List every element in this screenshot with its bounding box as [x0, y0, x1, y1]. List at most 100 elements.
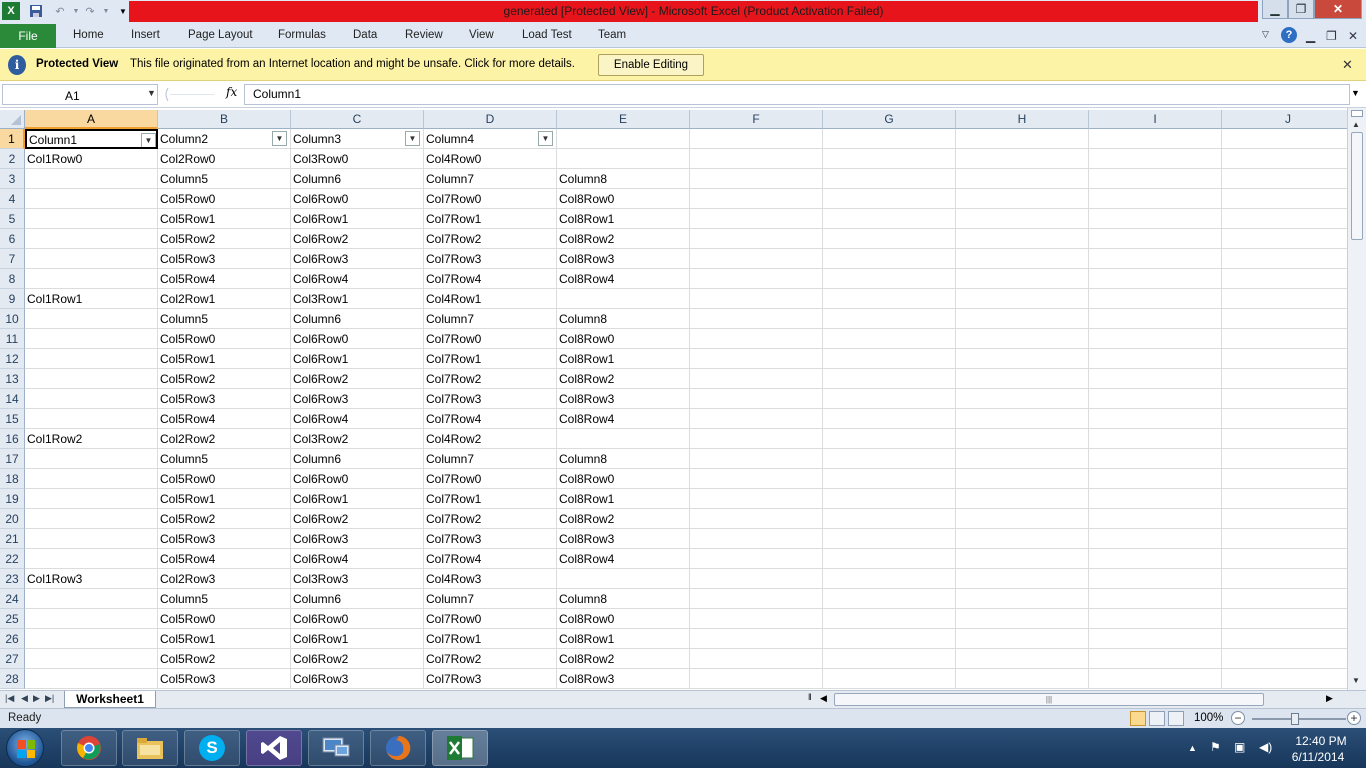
table-cell[interactable] [823, 549, 956, 569]
table-cell[interactable]: Col7Row0 [424, 329, 557, 349]
table-cell[interactable] [1089, 269, 1222, 289]
table-cell[interactable] [823, 349, 956, 369]
table-cell[interactable]: Col8Row1 [557, 349, 690, 369]
table-cell[interactable] [1089, 229, 1222, 249]
table-cell[interactable] [956, 549, 1089, 569]
redo-dropdown-icon[interactable]: ▼ [98, 3, 114, 19]
table-cell[interactable] [1089, 409, 1222, 429]
table-cell[interactable] [25, 269, 158, 289]
minimize-button[interactable]: ▁ [1262, 0, 1288, 19]
table-cell[interactable]: Col8Row3 [557, 669, 690, 689]
row-header[interactable]: 8 [0, 269, 25, 289]
table-cell[interactable]: Col5Row1 [158, 489, 291, 509]
table-cell[interactable]: Col5Row1 [158, 349, 291, 369]
sheet-tab-worksheet1[interactable]: Worksheet1 [64, 691, 156, 708]
table-cell[interactable]: Col5Row4 [158, 409, 291, 429]
page-layout-view-icon[interactable] [1149, 711, 1165, 726]
table-cell[interactable] [690, 289, 823, 309]
table-cell[interactable] [690, 509, 823, 529]
table-cell[interactable] [823, 489, 956, 509]
formula-input[interactable]: Column1 [244, 84, 1350, 105]
table-cell[interactable]: Col6Row3 [291, 389, 424, 409]
table-cell[interactable] [956, 249, 1089, 269]
enable-editing-button[interactable]: Enable Editing [598, 54, 704, 76]
table-cell[interactable] [1222, 149, 1347, 169]
table-cell[interactable] [956, 189, 1089, 209]
row-header[interactable]: 9 [0, 289, 25, 309]
clock-date[interactable]: 6/11/2014 [1287, 750, 1349, 764]
row-header[interactable]: 6 [0, 229, 25, 249]
table-cell[interactable]: Column6 [291, 169, 424, 189]
normal-view-icon[interactable] [1130, 711, 1146, 726]
table-cell[interactable]: Col8Row4 [557, 409, 690, 429]
close-icon[interactable]: ✕ [1342, 57, 1353, 73]
table-cell[interactable] [557, 429, 690, 449]
table-cell[interactable] [690, 129, 823, 149]
column-header-i[interactable]: I [1089, 110, 1222, 129]
table-cell[interactable]: Col7Row4 [424, 409, 557, 429]
remote-desktop-icon[interactable] [308, 730, 364, 766]
scroll-left-icon[interactable]: ◀ [820, 693, 827, 704]
table-cell[interactable]: Column4 ▼ [424, 129, 557, 149]
table-cell[interactable] [1222, 629, 1347, 649]
workbook-restore-icon[interactable]: ❐ [1326, 29, 1337, 43]
name-box[interactable]: A1 ▼ [2, 84, 158, 105]
table-cell[interactable] [1089, 249, 1222, 269]
table-cell[interactable] [823, 209, 956, 229]
table-cell[interactable] [25, 449, 158, 469]
table-cell[interactable] [1222, 269, 1347, 289]
filter-dropdown-icon[interactable]: ▼ [141, 133, 156, 147]
column-header-c[interactable]: C [291, 110, 424, 129]
table-cell[interactable]: Col3Row3 [291, 569, 424, 589]
table-cell[interactable]: Col6Row2 [291, 369, 424, 389]
table-cell[interactable] [823, 649, 956, 669]
table-cell[interactable] [1089, 429, 1222, 449]
table-cell[interactable] [1089, 469, 1222, 489]
table-cell[interactable] [25, 589, 158, 609]
row-header[interactable]: 23 [0, 569, 25, 589]
table-cell[interactable] [956, 149, 1089, 169]
vertical-scroll-thumb[interactable] [1351, 132, 1363, 240]
table-cell[interactable] [956, 429, 1089, 449]
table-cell[interactable]: Col2Row2 [158, 429, 291, 449]
table-cell[interactable] [956, 269, 1089, 289]
table-cell[interactable] [1089, 149, 1222, 169]
row-header[interactable]: 10 [0, 309, 25, 329]
table-cell[interactable]: Col7Row2 [424, 229, 557, 249]
table-cell[interactable] [956, 129, 1089, 149]
table-cell[interactable] [1222, 469, 1347, 489]
table-cell[interactable] [823, 189, 956, 209]
table-cell[interactable] [823, 269, 956, 289]
table-cell[interactable]: Col7Row2 [424, 649, 557, 669]
table-cell[interactable] [1089, 589, 1222, 609]
prev-sheet-icon[interactable]: ◀ [21, 693, 28, 704]
table-cell[interactable]: Column3 ▼ [291, 129, 424, 149]
zoom-out-button[interactable]: − [1231, 711, 1245, 725]
table-cell[interactable]: Col5Row3 [158, 249, 291, 269]
table-cell[interactable] [690, 589, 823, 609]
table-cell[interactable]: Column6 [291, 309, 424, 329]
row-header[interactable]: 2 [0, 149, 25, 169]
table-cell[interactable]: Col8Row3 [557, 249, 690, 269]
table-cell[interactable] [690, 169, 823, 189]
table-cell[interactable]: Col7Row1 [424, 209, 557, 229]
row-header[interactable]: 17 [0, 449, 25, 469]
row-header[interactable]: 14 [0, 389, 25, 409]
table-cell[interactable] [956, 569, 1089, 589]
table-cell[interactable]: Col6Row4 [291, 269, 424, 289]
row-header[interactable]: 12 [0, 349, 25, 369]
table-cell[interactable]: Col8Row4 [557, 549, 690, 569]
table-cell[interactable]: Col6Row2 [291, 649, 424, 669]
table-cell[interactable]: Col3Row2 [291, 429, 424, 449]
table-cell[interactable]: Column6 [291, 589, 424, 609]
table-cell[interactable] [1222, 329, 1347, 349]
tab-page-layout[interactable]: Page Layout [188, 29, 253, 41]
table-cell[interactable]: Col5Row2 [158, 649, 291, 669]
table-cell[interactable] [25, 189, 158, 209]
table-cell[interactable]: Col8Row1 [557, 209, 690, 229]
undo-icon[interactable]: ↶ [52, 3, 68, 19]
table-cell[interactable] [956, 229, 1089, 249]
table-cell[interactable] [1089, 329, 1222, 349]
column-header-j[interactable]: J [1222, 110, 1347, 129]
table-cell[interactable] [1222, 449, 1347, 469]
